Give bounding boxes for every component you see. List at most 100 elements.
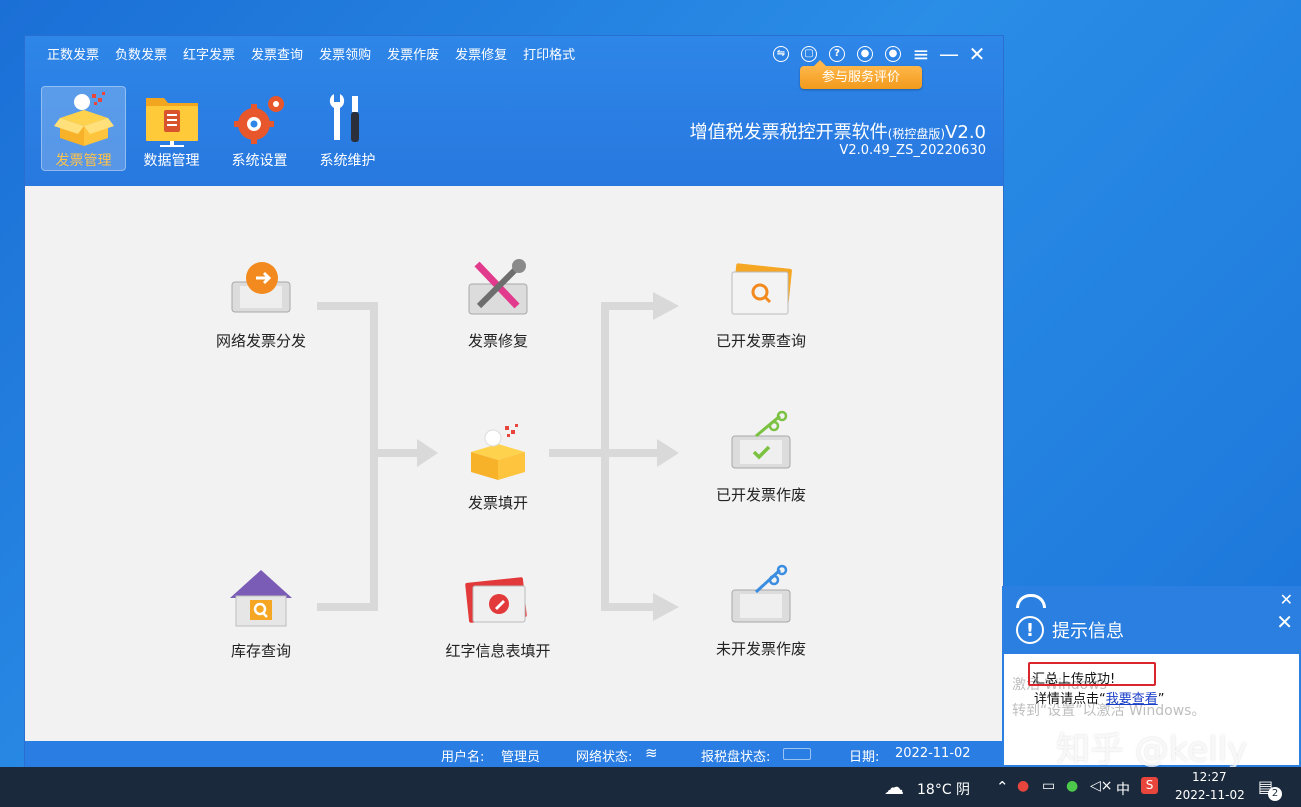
security-icon[interactable]: ●	[1017, 778, 1029, 794]
box-icon	[471, 424, 525, 480]
service-rating-button[interactable]: 参与服务评价	[800, 60, 922, 89]
module-invoice-management[interactable]: 发票管理	[41, 86, 126, 171]
menu-negative-invoice[interactable]: 负数发票	[107, 46, 175, 66]
module-bar: 发票管理 数据管理 系统设置 系统维护	[41, 86, 393, 171]
notification-count-badge: 2	[1268, 787, 1282, 801]
module-label: 系统维护	[319, 153, 376, 169]
node-invoice-fill[interactable]: 发票填开	[433, 418, 563, 514]
clock-date[interactable]: 2022-11-02	[1175, 788, 1245, 802]
user-icon: ●	[885, 46, 901, 62]
menu-print-format[interactable]: 打印格式	[515, 46, 583, 66]
node-network-dispatch[interactable]: 网络发票分发	[196, 256, 326, 352]
close-button[interactable]: ✕	[963, 43, 991, 65]
folder-icon	[145, 98, 198, 147]
node-red-info-fill[interactable]: 红字信息表填开	[433, 566, 563, 662]
status-bar: 用户名: 管理员 网络状态: ≋ 报税盘状态: 日期: 2022-11-02	[25, 741, 1003, 767]
module-system-settings[interactable]: 系统设置	[217, 86, 302, 171]
help-button[interactable]: ?	[823, 43, 851, 65]
notification-message: 汇总上传成功!	[1032, 672, 1116, 687]
menu-button[interactable]: ≡	[907, 43, 935, 65]
node-label: 红字信息表填开	[445, 642, 551, 660]
menu-invoice-query[interactable]: 发票查询	[243, 46, 311, 66]
view-detail-link[interactable]: 我要查看	[1106, 692, 1158, 707]
menu-red-invoice[interactable]: 红字发票	[175, 46, 243, 66]
invoice-scissors-icon	[731, 564, 791, 623]
alert-icon: !	[1016, 616, 1044, 644]
node-label: 已开发票查询	[715, 332, 806, 350]
close-icon: ✕	[968, 42, 986, 66]
detail-prefix: 详情请点击“	[1034, 692, 1106, 707]
node-label: 已开发票作废	[715, 486, 806, 504]
watermark: 知乎 @kelly	[1056, 730, 1248, 770]
notification-close-button[interactable]: ✕	[1276, 610, 1293, 634]
node-label: 未开发票作废	[715, 640, 806, 658]
wechat-icon[interactable]: ●	[1066, 778, 1078, 794]
status-user: 管理员	[501, 750, 541, 765]
switch-button[interactable]: ⇋	[767, 43, 795, 65]
minimize-icon: —	[939, 42, 959, 66]
node-inventory-query[interactable]: 库存查询	[196, 566, 326, 662]
switch-icon: ⇋	[773, 46, 789, 62]
app-title: 增值税发票税控开票软件(税控盘版)V2.0	[690, 118, 986, 144]
minimize-button[interactable]: —	[935, 43, 963, 65]
app-header: 正数发票 负数发票 红字发票 发票查询 发票领购 发票作废 发票修复 打印格式 …	[25, 36, 1003, 186]
module-system-maintenance[interactable]: 系统维护	[305, 86, 390, 171]
node-label: 库存查询	[230, 642, 291, 660]
notification-header: ! 提示信息	[1016, 616, 1124, 644]
box-icon	[53, 92, 114, 146]
node-unissued-invoice-void[interactable]: 未开发票作废	[696, 564, 826, 660]
user-button[interactable]: ●	[879, 43, 907, 65]
status-disk-label: 报税盘状态:	[701, 750, 771, 765]
notification-detail: 详情请点击“我要查看”	[1034, 688, 1165, 707]
node-label: 网络发票分发	[215, 332, 306, 350]
module-label: 发票管理	[55, 153, 112, 169]
weather-text[interactable]: 18°C 阴	[917, 779, 970, 799]
menu-invoice-void[interactable]: 发票作废	[379, 46, 447, 66]
detail-suffix: ”	[1157, 692, 1165, 707]
disk-icon	[783, 748, 811, 760]
status-user-label: 用户名:	[441, 750, 485, 765]
red-invoice-pen-icon	[465, 577, 527, 623]
app-title-suffix: (税控盘版)	[887, 127, 946, 141]
node-invoice-repair[interactable]: 发票修复	[433, 256, 563, 352]
status-date: 2022-11-02	[895, 746, 971, 761]
volume-mute-icon[interactable]: ◁×	[1090, 778, 1113, 794]
workflow-panel: 网络发票分发 库存查询 发票修复 发票填开 红字信息表填开 已开发票查询 已开发…	[25, 186, 1003, 741]
wrench-screwdriver-icon	[468, 259, 528, 315]
sogou-icon[interactable]: S	[1141, 777, 1158, 794]
help-icon: ?	[829, 46, 845, 62]
hamburger-icon: ≡	[912, 42, 930, 66]
dispatch-icon	[231, 262, 291, 313]
wifi-icon: ≋	[645, 744, 658, 762]
app-version-tag: V2.0	[945, 122, 986, 143]
top-menu: 正数发票 负数发票 红字发票 发票查询 发票领购 发票作废 发票修复 打印格式	[39, 46, 583, 66]
lock-button[interactable]: ●	[851, 43, 879, 65]
node-issued-invoice-query[interactable]: 已开发票查询	[696, 256, 826, 352]
notification-title: 提示信息	[1052, 621, 1124, 642]
menu-invoice-repair[interactable]: 发票修复	[447, 46, 515, 66]
ime-indicator[interactable]: 中	[1116, 779, 1130, 799]
close-icon[interactable]: ✕	[1280, 590, 1293, 609]
module-label: 数据管理	[143, 153, 200, 169]
status-date-label: 日期:	[849, 750, 880, 765]
app-title-main: 增值税发票税控开票软件	[689, 122, 888, 143]
invoice-search-icon	[731, 263, 792, 315]
network-tray-icon[interactable]: ▭	[1042, 778, 1055, 794]
network-icon	[1016, 594, 1046, 608]
taskbar: ☁ 18°C 阴 ⌃ ● ▭ ● ◁× 中 S 12:27 2022-11-02…	[0, 767, 1301, 807]
node-issued-invoice-void[interactable]: 已开发票作废	[696, 410, 826, 506]
menu-invoice-purchase[interactable]: 发票领购	[311, 46, 379, 66]
window-controls: ⇋ ▢ ? ● ● ≡ — ✕	[767, 43, 991, 65]
lock-icon: ●	[857, 46, 873, 62]
status-network-label: 网络状态:	[576, 750, 633, 765]
cloud-icon[interactable]: ☁	[884, 775, 904, 799]
chevron-up-icon[interactable]: ⌃	[996, 778, 1009, 796]
invoice-scissors-check-icon	[731, 410, 791, 469]
menu-positive-invoice[interactable]: 正数发票	[39, 46, 107, 66]
node-label: 发票填开	[467, 494, 528, 512]
app-build: V2.0.49_ZS_20220630	[839, 143, 986, 158]
module-data-management[interactable]: 数据管理	[129, 86, 214, 171]
node-label: 发票修复	[467, 332, 528, 350]
clock-time[interactable]: 12:27	[1192, 770, 1227, 784]
house-search-icon	[230, 570, 292, 627]
